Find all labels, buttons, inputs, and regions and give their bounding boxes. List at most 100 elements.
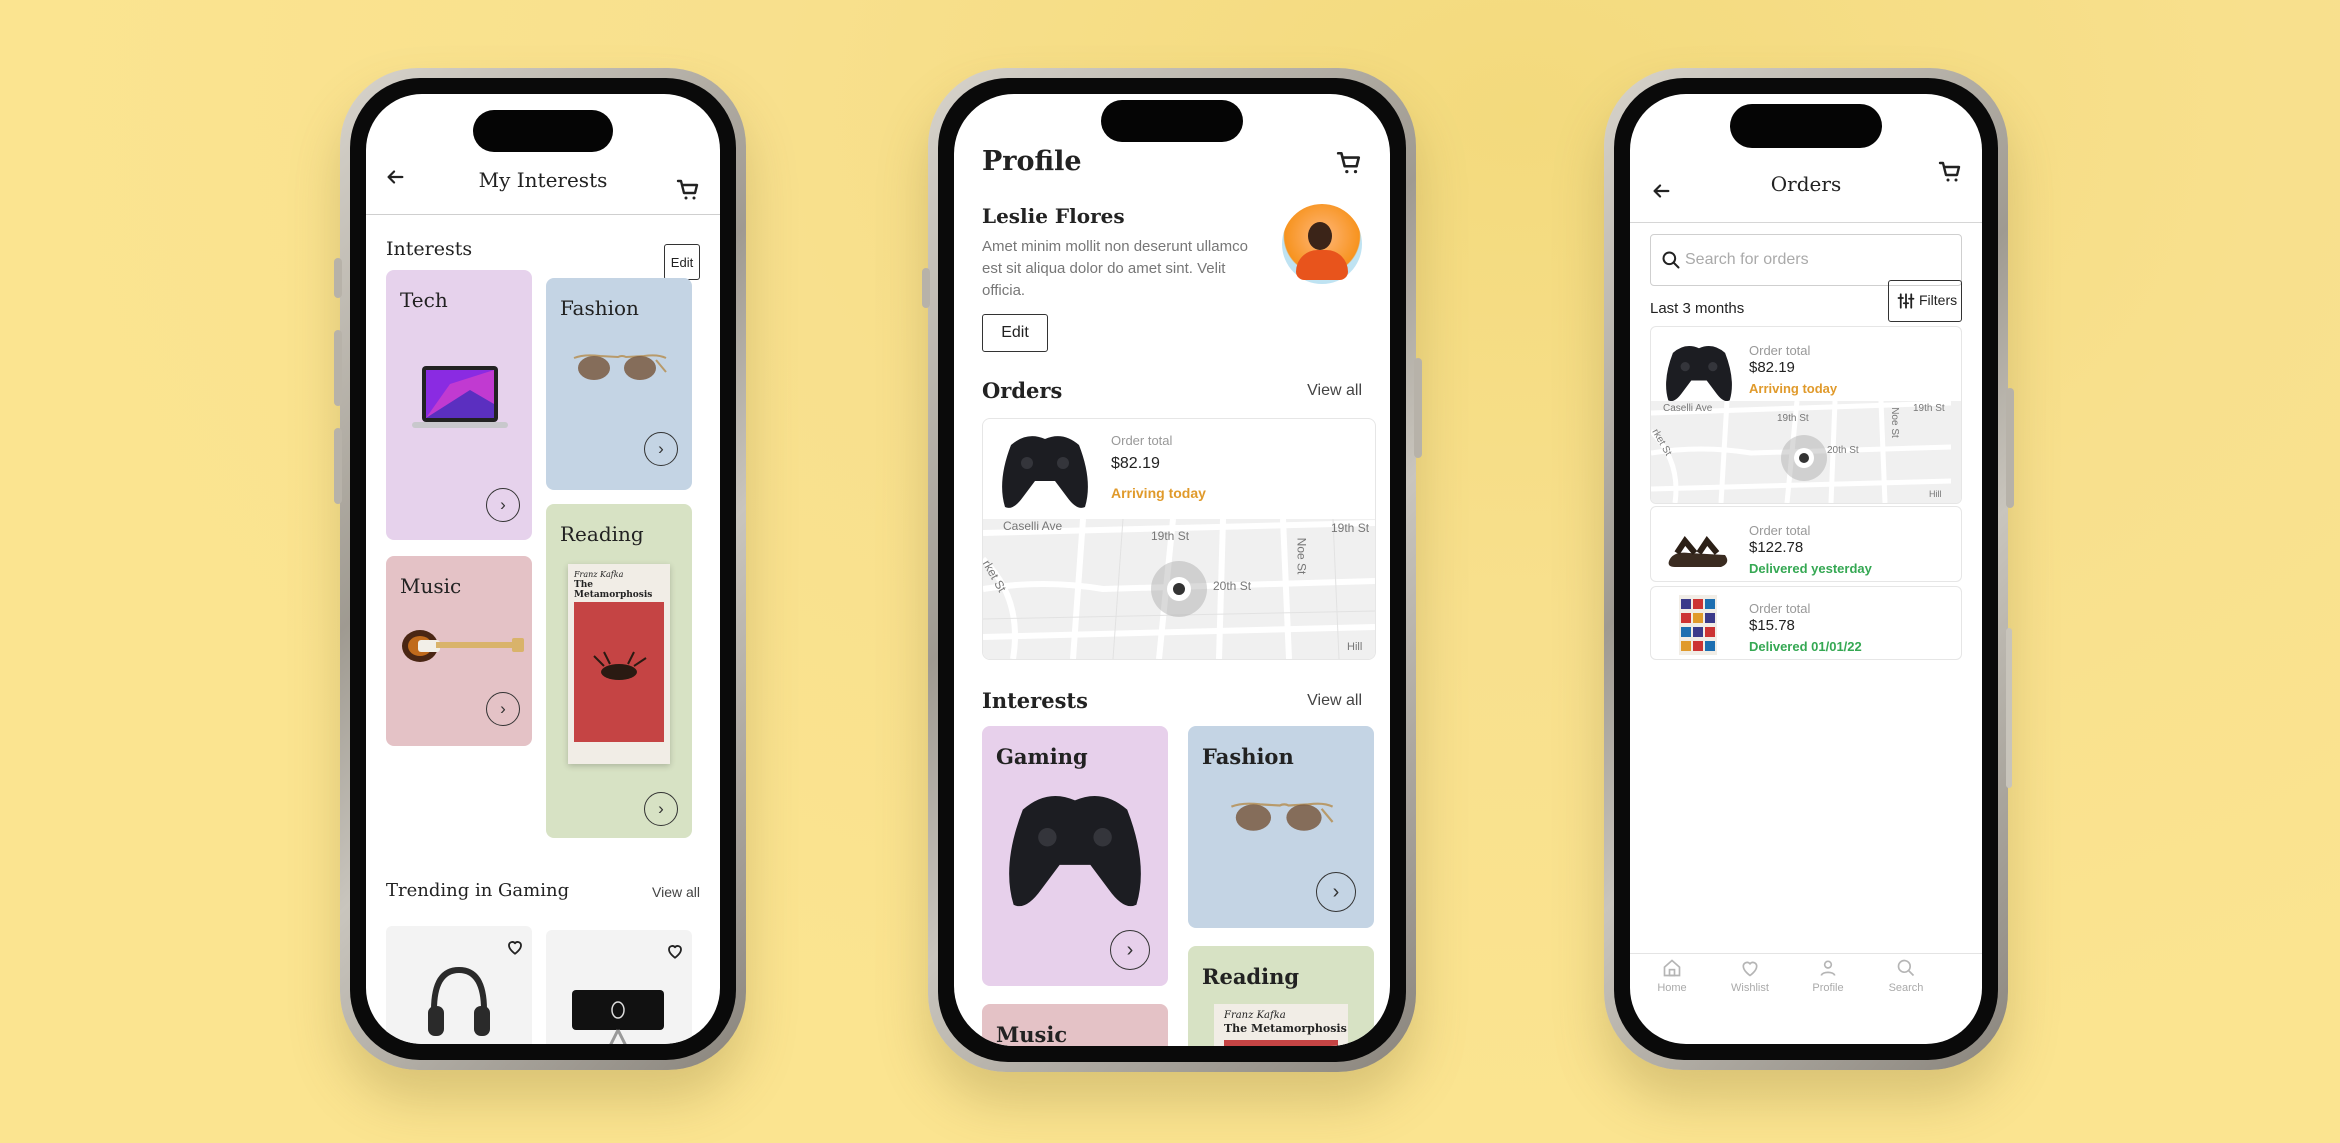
interest-tile-gaming[interactable]: Gaming ›: [982, 726, 1168, 986]
order-status: Arriving today: [1749, 381, 1838, 396]
product-card[interactable]: [386, 926, 532, 1044]
heart-icon[interactable]: [506, 938, 524, 956]
guitar-image: [402, 630, 524, 662]
map-label: 19th St: [1151, 529, 1190, 543]
tab-bar-divider: [1630, 953, 1982, 954]
header-divider: [1630, 222, 1982, 223]
tab-wishlist[interactable]: Wishlist: [1720, 958, 1780, 994]
interest-tile-reading[interactable]: Reading Franz Kafka The Metamorphosis: [1188, 946, 1374, 1046]
map-label: 19th St: [1331, 521, 1370, 535]
book-title: The Metamorphosis: [1224, 1022, 1347, 1035]
tile-label: Fashion: [560, 296, 639, 320]
header-divider: [366, 214, 720, 215]
search-icon: [1897, 959, 1915, 977]
order-card[interactable]: Order total $82.19 Arriving today Casell…: [1650, 326, 1962, 504]
map-label: Caselli Ave: [1003, 519, 1063, 533]
book-author: Franz Kafka: [1224, 1010, 1286, 1021]
order-total-label: Order total: [1749, 343, 1811, 358]
order-amount: $82.19: [1111, 455, 1160, 472]
heart-icon[interactable]: [666, 942, 684, 960]
side-button: [334, 428, 342, 504]
chevron-right-icon[interactable]: ›: [486, 488, 520, 522]
map-label: Hill: [1929, 489, 1942, 499]
map-label: 20th St: [1827, 445, 1859, 456]
order-card[interactable]: Order total $82.19 Arriving today Casell…: [982, 418, 1376, 660]
edit-button[interactable]: Edit: [664, 244, 700, 280]
book-title: The Metamorphosis: [574, 580, 653, 600]
map-label: Noe St: [1294, 537, 1309, 575]
side-button: [2006, 628, 2012, 788]
phone-profile: Profile Leslie Flores Amet minim mollit …: [922, 68, 1422, 1072]
delivery-map[interactable]: Caselli Ave 19th St 19th St Noe St 20th …: [983, 519, 1375, 659]
filters-label: Filters: [1919, 292, 1958, 308]
beetle-image: [593, 651, 647, 680]
laptop-image: [412, 366, 508, 428]
section-title: Interests: [386, 238, 473, 260]
tile-label: Reading: [560, 522, 644, 546]
interest-tile-music[interactable]: Music ›: [386, 556, 532, 746]
tile-label: Music: [996, 1022, 1068, 1046]
dynamic-island: [1730, 104, 1882, 148]
interest-tile-fashion[interactable]: Fashion ›: [546, 278, 692, 490]
tab-label: Home: [1657, 982, 1687, 994]
phone-my-interests: My Interests Interests Edit Tech › Fashi…: [334, 68, 746, 1070]
interest-tile-music[interactable]: Music: [982, 1004, 1168, 1046]
delivery-map[interactable]: Caselli Ave 19th St 19th St Noe St 20th …: [1651, 401, 1961, 503]
order-total-label: Order total: [1749, 523, 1811, 538]
product-card[interactable]: [546, 930, 692, 1044]
chevron-right-icon[interactable]: ›: [486, 692, 520, 726]
order-card[interactable]: Order total $15.78 Delivered 01/01/22: [1650, 586, 1962, 660]
map-label: Noe St: [1888, 407, 1900, 438]
tile-label: Reading: [1202, 964, 1300, 989]
search-input[interactable]: Search for orders: [1650, 234, 1962, 286]
map-label: Hill: [1347, 641, 1363, 653]
sliders-icon: [1897, 293, 1915, 309]
interest-tile-fashion[interactable]: Fashion ›: [1188, 726, 1374, 928]
view-all-link[interactable]: View all: [652, 884, 700, 900]
cart-icon[interactable]: [676, 178, 700, 202]
tab-home[interactable]: Home: [1642, 958, 1702, 994]
screen: Profile Leslie Flores Amet minim mollit …: [954, 94, 1390, 1046]
orders-view-all-link[interactable]: View all: [1307, 382, 1362, 400]
map-label: 19th St: [1913, 403, 1945, 414]
tab-search[interactable]: Search: [1876, 958, 1936, 994]
avatar-body: [1296, 250, 1348, 280]
order-card[interactable]: Order total $122.78 Delivered yesterday: [1650, 506, 1962, 582]
interest-tile-tech[interactable]: Tech ›: [386, 270, 532, 540]
tile-label: Fashion: [1202, 744, 1294, 769]
gamepad-image: [1002, 436, 1088, 508]
location-pin-icon: [1167, 577, 1191, 601]
map-label: 20th St: [1213, 579, 1252, 593]
interest-tile-reading[interactable]: Reading Franz Kafka The Metamorphosis ›: [546, 504, 692, 838]
avatar[interactable]: [1282, 204, 1362, 284]
side-button: [334, 330, 342, 406]
interests-view-all-link[interactable]: View all: [1307, 692, 1362, 710]
tab-profile[interactable]: Profile: [1798, 958, 1858, 994]
order-status: Arriving today: [1111, 485, 1206, 501]
user-bio: Amet minim mollit non deserunt ullamco e…: [982, 238, 1248, 299]
location-pin-halo: [1781, 435, 1827, 481]
chevron-right-icon[interactable]: ›: [1110, 930, 1150, 970]
book-image: [1679, 595, 1717, 655]
side-button: [334, 258, 342, 298]
tile-label: Gaming: [996, 744, 1088, 769]
edit-profile-button[interactable]: Edit: [982, 314, 1048, 352]
chevron-right-icon[interactable]: ›: [644, 792, 678, 826]
filters-button[interactable]: Filters: [1888, 280, 1962, 322]
tile-label: Tech: [400, 288, 448, 312]
tab-label: Profile: [1812, 982, 1844, 994]
search-placeholder: Search for orders: [1685, 251, 1809, 268]
gamepad-image: [1666, 345, 1732, 402]
cart-icon[interactable]: [1938, 160, 1962, 184]
map-label: Caselli Ave: [1663, 403, 1713, 414]
cart-icon[interactable]: [1336, 150, 1362, 176]
chevron-right-icon[interactable]: ›: [644, 432, 678, 466]
person-icon: [1820, 960, 1836, 976]
order-amount: $15.78: [1749, 617, 1795, 634]
order-status: Delivered 01/01/22: [1749, 639, 1862, 654]
book-cover: Franz Kafka The Metamorphosis: [568, 564, 670, 764]
page-title: My Interests: [478, 168, 608, 192]
chevron-right-icon[interactable]: ›: [1316, 872, 1356, 912]
tile-label: Music: [400, 574, 462, 598]
search-icon: [1662, 251, 1680, 269]
